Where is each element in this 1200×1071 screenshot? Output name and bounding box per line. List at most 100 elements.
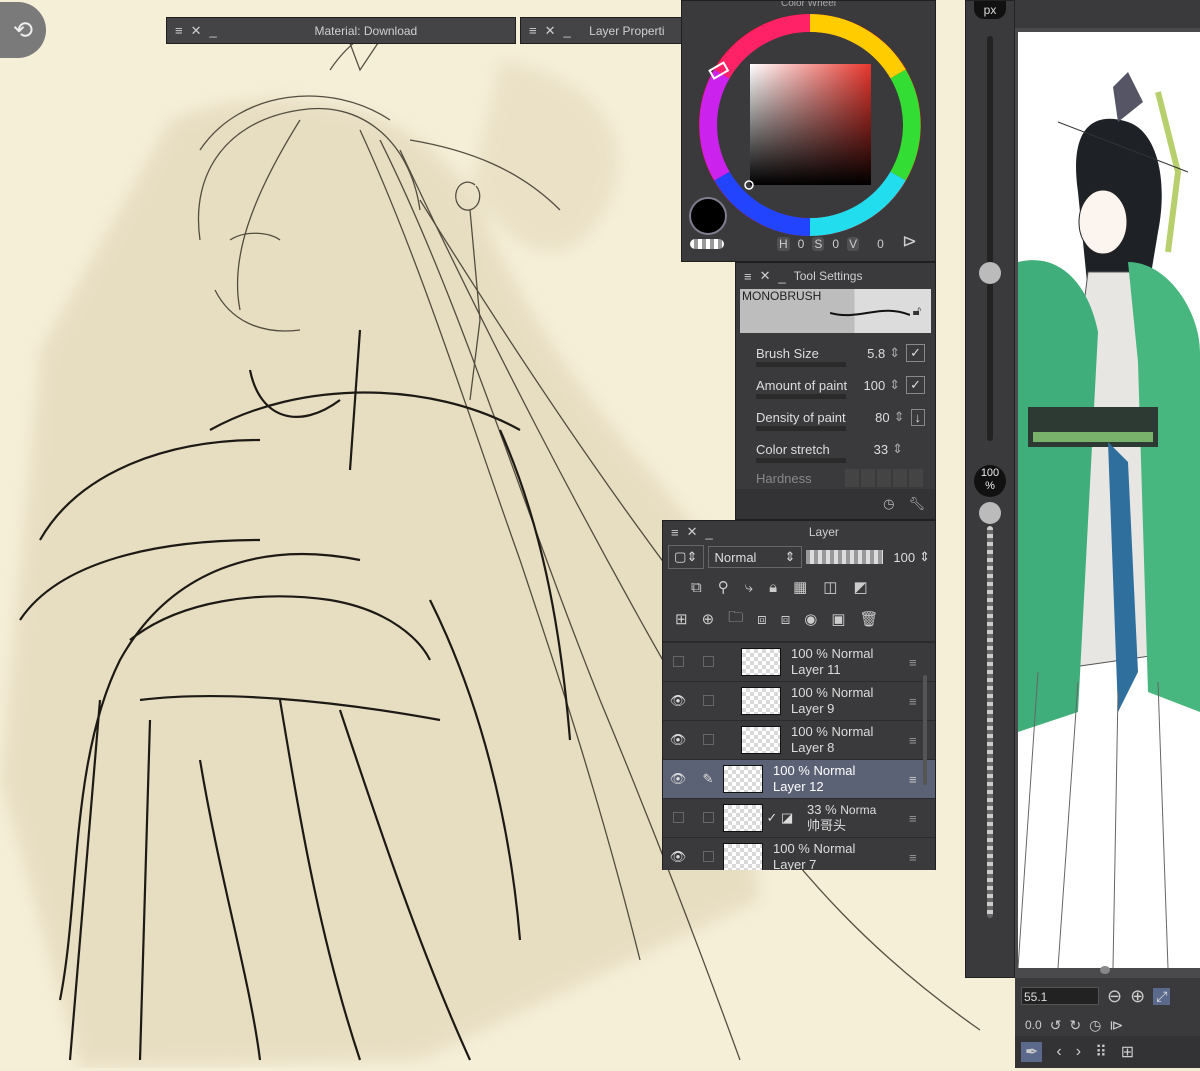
new-vector-layer-icon[interactable]: ⊕ [702,610,715,628]
flip-horizontal-icon[interactable]: ⧐ [1109,1017,1123,1034]
chevron-left-icon[interactable]: ‹ [1056,1043,1061,1061]
brush-size-track[interactable] [987,36,993,441]
zoom-in-icon[interactable]: ⊕ [1130,986,1145,1007]
chevron-right-icon[interactable]: › [1076,1043,1081,1061]
visibility-toggle[interactable] [663,811,693,826]
sub-view-panel[interactable] [1015,0,1200,978]
blend-mode-select[interactable]: Normal ⇕ [707,546,803,568]
mask-icon[interactable]: ◫ [823,578,837,596]
layer-row[interactable]: 👁︎ 100 % Normal Layer 9 ≡ [663,681,935,720]
param-brush-size[interactable]: Brush Size 5.8 ⇕ ✓ [756,337,925,369]
wrench-icon[interactable]: 🔧︎ [908,496,925,512]
add-image-icon[interactable]: ⊞ [1121,1042,1134,1062]
layer-row[interactable]: 👁︎ 100 % Normal Layer 7 ≡ [663,837,935,870]
param-bar[interactable] [756,394,846,399]
drag-handle-icon[interactable]: ≡ [909,733,935,748]
merge-visible-icon[interactable]: ⧈ [781,611,791,628]
layer-name[interactable]: 帅哥头 [807,818,846,833]
layer-row-selected[interactable]: 👁︎ ✎ 100 % Normal Layer 12 ≡ [663,759,935,798]
stepper-icon[interactable]: ⇕ [889,345,900,361]
layer-list[interactable]: 100 % Normal Layer 11 ≡ 👁︎ 100 % Normal … [663,635,935,870]
lock-toggle[interactable] [693,694,723,709]
pressure-icon[interactable]: ✓ [906,344,925,362]
stepper-icon[interactable]: ⇕ [892,441,903,457]
zoom-out-icon[interactable]: ⊖ [1107,986,1122,1007]
color-wheel-panel[interactable]: Color Wheel H 0 S 0 V 0 ⊳ [681,0,936,262]
layer-color-toggle[interactable]: ▢⇕ [668,545,704,569]
param-bar[interactable] [756,458,846,463]
drag-handle-icon[interactable]: ≡ [909,772,935,787]
opacity-slider[interactable] [806,550,884,564]
eyedropper-icon[interactable]: ✒ [1021,1042,1043,1062]
param-amount-of-paint[interactable]: Amount of paint 100 ⇕ ✓ [756,369,925,401]
fit-view-icon[interactable]: ⤢ [1153,987,1171,1005]
lock-transparent-icon[interactable]: ▦ [793,578,807,596]
layer-panel[interactable]: ≡ ✕ _ Layer ▢⇕ Normal ⇕ 100 ⇕ ⧉ ⚲ ⤷ 🔒︎ ▦… [662,520,936,870]
param-value[interactable]: 5.8 [867,346,885,361]
grip-icon[interactable]: ≡ [175,23,183,38]
reset-rotation-icon[interactable]: ◷ [1089,1017,1101,1034]
transparent-color-swatch[interactable] [690,239,724,249]
layer-mask-icon[interactable]: ◉ [804,610,817,628]
apply-mask-icon[interactable]: ▣ [831,610,845,628]
grip-icon[interactable]: ≡ [744,269,752,284]
layer-name[interactable]: Layer 11 [791,662,841,677]
layer-row[interactable]: 100 % Normal Layer 11 ≡ [663,642,935,681]
drag-handle-icon[interactable]: ≡ [909,850,935,865]
quick-slider-panel[interactable]: px 100 % [965,0,1015,978]
reset-icon[interactable]: ◷ [883,496,894,512]
hardness-blocks[interactable] [845,469,925,487]
close-icon[interactable]: ✕ [191,23,202,39]
opacity-value[interactable]: 100 [893,550,915,565]
minimize-icon[interactable]: _ [779,269,786,284]
reference-layer-icon[interactable]: ⧉ [691,579,702,596]
rotate-left-icon[interactable]: ↺ [1050,1017,1062,1034]
opacity-track[interactable] [987,526,993,918]
close-icon[interactable]: ✕ [760,268,771,284]
visibility-toggle[interactable] [663,655,693,670]
layer-row[interactable]: ✓ ◪ 33 % Norma 帅哥头 ≡ [663,798,935,837]
close-icon[interactable]: ✕ [687,524,698,540]
lock-toggle[interactable] [693,655,723,670]
rotation-value[interactable]: 0.0 [1025,1018,1042,1032]
eye-icon[interactable]: 👁︎ [663,771,693,787]
lock-toggle[interactable] [693,850,723,865]
opacity-thumb[interactable] [979,502,1001,524]
saturation-value[interactable]: 0 [832,237,839,251]
eye-icon[interactable]: 👁︎ [663,693,693,709]
layer-name[interactable]: Layer 9 [791,701,834,716]
lock-toggle[interactable] [693,733,723,748]
download-icon[interactable]: ↓ [910,408,925,426]
rotate-right-icon[interactable]: ↻ [1069,1017,1081,1034]
stepper-icon[interactable]: ⇕ [894,409,905,425]
check-icon[interactable]: ✓ [763,810,781,826]
layer-property-window[interactable]: ≡ ✕ _ Layer Properti [520,17,684,44]
hue-value[interactable]: 0 [798,237,805,251]
merge-down-icon[interactable]: ⧈ [757,611,767,628]
layer-name[interactable]: Layer 12 [773,779,824,794]
mask-edit-icon[interactable]: ◩ [853,578,867,596]
layer-row[interactable]: 👁︎ 100 % Normal Layer 8 ≡ [663,720,935,759]
pressure-icon[interactable]: ✓ [906,376,925,394]
lock-icon[interactable]: 🔓︎ [913,303,921,319]
main-color-swatch[interactable] [689,197,727,235]
brush-size-thumb[interactable] [979,262,1001,284]
new-raster-layer-icon[interactable]: ⊞ [675,610,688,628]
stepper-icon[interactable]: ⇕ [919,549,930,565]
reference-canvas[interactable] [1018,32,1200,968]
grip-icon[interactable]: ≡ [529,23,537,38]
value-value[interactable]: 0 [877,237,884,251]
minimize-icon[interactable]: _ [706,525,713,540]
material-window[interactable]: ≡ ✕ _ Material: Download [166,17,516,44]
layer-name[interactable]: Layer 8 [791,740,834,755]
param-bar[interactable] [756,362,846,367]
drag-handle-icon[interactable]: ≡ [909,694,935,709]
layer-scrollbar[interactable] [923,675,927,785]
param-value[interactable]: 80 [875,410,889,425]
stepper-icon[interactable]: ⇕ [889,377,900,393]
param-color-stretch[interactable]: Color stretch 33 ⇕ [756,433,925,465]
eye-icon[interactable]: 👁︎ [663,849,693,865]
size-unit-label[interactable]: px [974,1,1006,19]
minimize-icon[interactable]: _ [210,23,217,38]
grip-icon[interactable]: ≡ [671,525,679,540]
